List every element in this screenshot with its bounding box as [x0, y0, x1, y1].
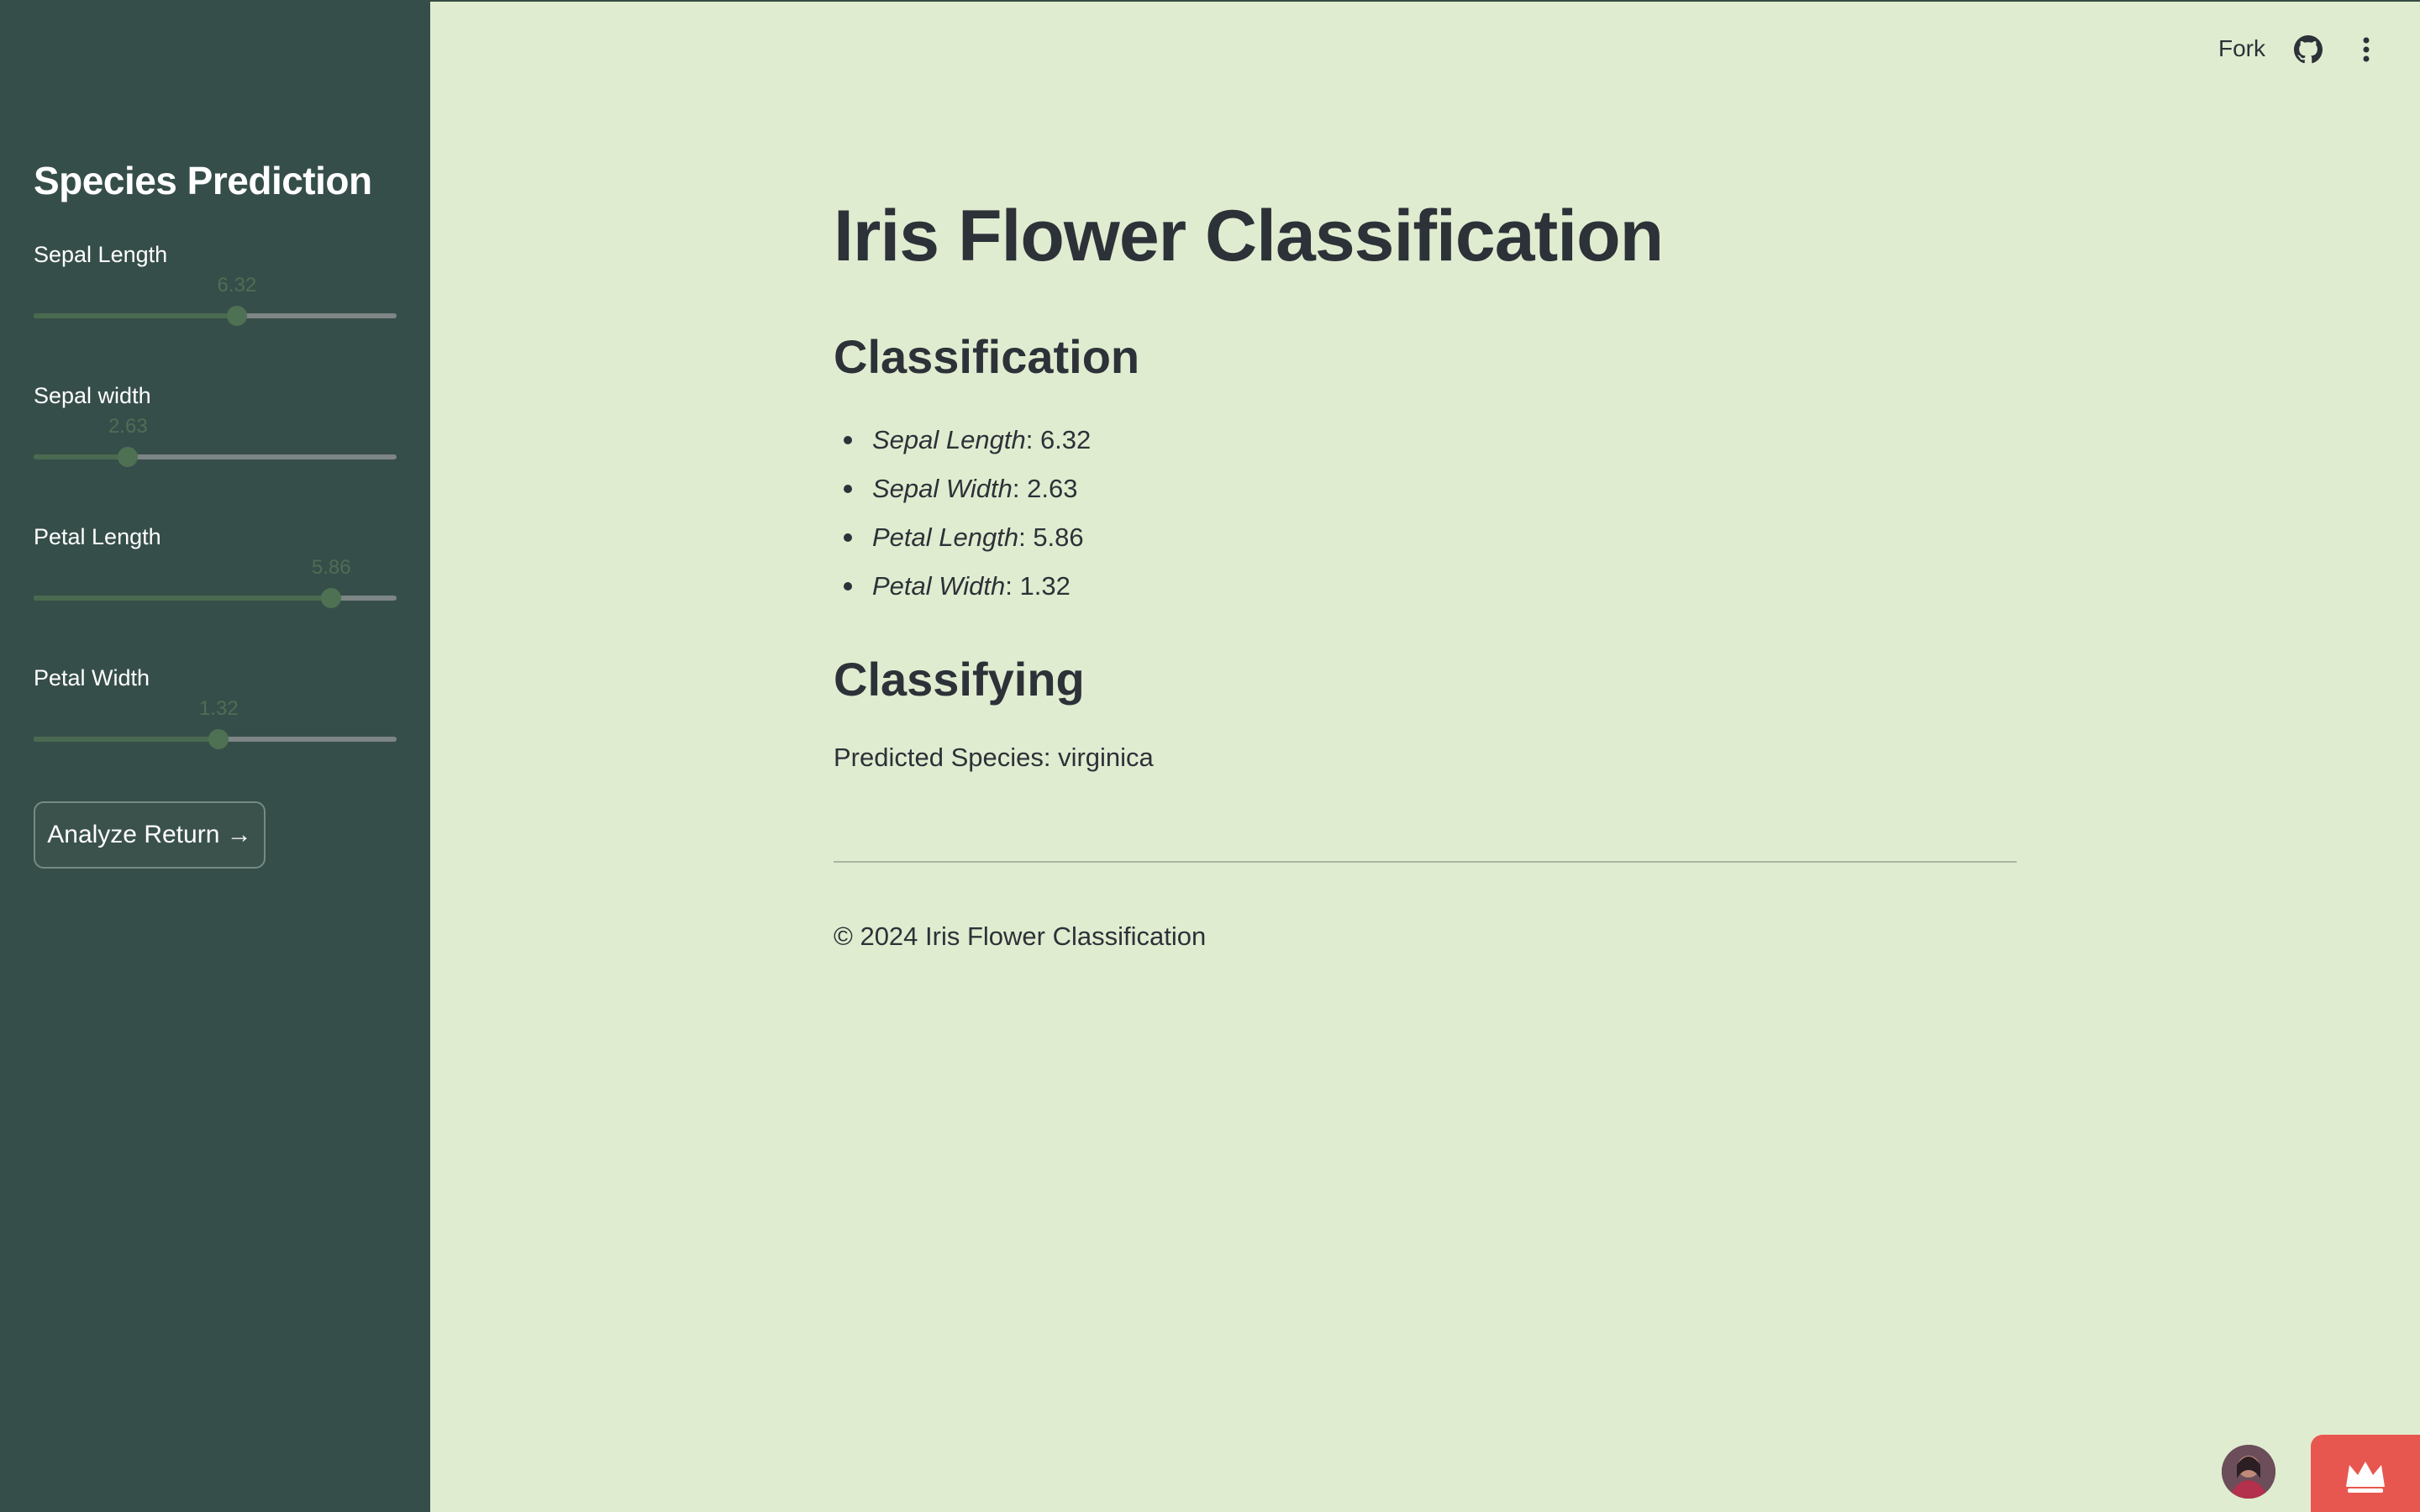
feature-list: Sepal Length: 6.32 Sepal Width: 2.63 Pet… — [834, 420, 1091, 615]
petal-width-slider[interactable]: Petal Width 1.32 — [34, 665, 397, 758]
slider-label: Petal Length — [34, 524, 161, 549]
list-item: Sepal Length: 6.32 — [834, 420, 1091, 469]
feature-value: : 2.63 — [1012, 474, 1078, 503]
feature-value: : 1.32 — [1005, 571, 1071, 601]
slider-value: 5.86 — [311, 556, 351, 579]
slider-label: Sepal Length — [34, 242, 168, 267]
github-icon[interactable] — [2294, 35, 2323, 64]
footer-copyright: © 2024 Iris Flower Classification — [834, 921, 1207, 951]
slider-fill — [34, 454, 129, 459]
github-icon-glyph — [2294, 35, 2323, 64]
bullet-icon — [844, 485, 852, 493]
slider-label: Petal Width — [34, 665, 150, 690]
petal-length-slider[interactable]: Petal Length 5.86 — [34, 524, 397, 617]
list-item: Sepal Width: 2.63 — [834, 469, 1091, 517]
crown-icon — [2346, 1462, 2385, 1493]
avatar[interactable] — [2222, 1445, 2275, 1499]
slider-track[interactable] — [34, 454, 397, 459]
page-title: Iris Flower Classification — [834, 196, 1664, 276]
divider — [834, 861, 2017, 863]
sidebar-title: Species Prediction — [34, 159, 372, 202]
slider-track[interactable] — [34, 313, 397, 318]
sidebar: Species Prediction Sepal Length 6.32 Sep… — [0, 0, 430, 1512]
slider-thumb[interactable] — [321, 588, 342, 608]
classification-heading: Classification — [834, 330, 1140, 383]
feature-value: : 6.32 — [1025, 425, 1092, 454]
feature-name: Sepal Length — [872, 425, 1026, 454]
feature-name: Petal Width — [872, 571, 1006, 601]
slider-thumb[interactable] — [118, 447, 139, 467]
more-vertical-icon[interactable] — [2360, 35, 2373, 64]
avatar-image — [2222, 1445, 2275, 1499]
fork-link[interactable]: Fork — [2218, 35, 2265, 62]
sepal-width-slider[interactable]: Sepal width 2.63 — [34, 383, 397, 475]
slider-track[interactable] — [34, 596, 397, 601]
analyze-return-button[interactable]: Analyze Return → — [34, 801, 266, 869]
predicted-species-text: Predicted Species: virginica — [834, 743, 1154, 772]
feature-name: Sepal Width — [872, 474, 1013, 503]
sepal-length-slider[interactable]: Sepal Length 6.32 — [34, 242, 397, 334]
slider-fill — [34, 596, 332, 601]
slider-value: 2.63 — [108, 415, 148, 438]
crown-badge[interactable] — [2311, 1435, 2420, 1512]
more-vertical-icon-glyph — [2363, 37, 2370, 62]
bullet-icon — [844, 533, 852, 542]
list-item: Petal Width: 1.32 — [834, 566, 1091, 615]
slider-thumb[interactable] — [226, 306, 247, 326]
slider-label: Sepal width — [34, 383, 151, 408]
slider-fill — [34, 313, 237, 318]
slider-value: 6.32 — [217, 274, 257, 297]
feature-name: Petal Length — [872, 522, 1019, 552]
slider-value: 1.32 — [198, 697, 239, 720]
feature-value: : 5.86 — [1018, 522, 1084, 552]
slider-thumb[interactable] — [208, 729, 229, 749]
bullet-icon — [844, 436, 852, 444]
classifying-heading: Classifying — [834, 653, 1085, 706]
slider-fill — [34, 737, 219, 742]
bullet-icon — [844, 582, 852, 591]
list-item: Petal Length: 5.86 — [834, 517, 1091, 566]
